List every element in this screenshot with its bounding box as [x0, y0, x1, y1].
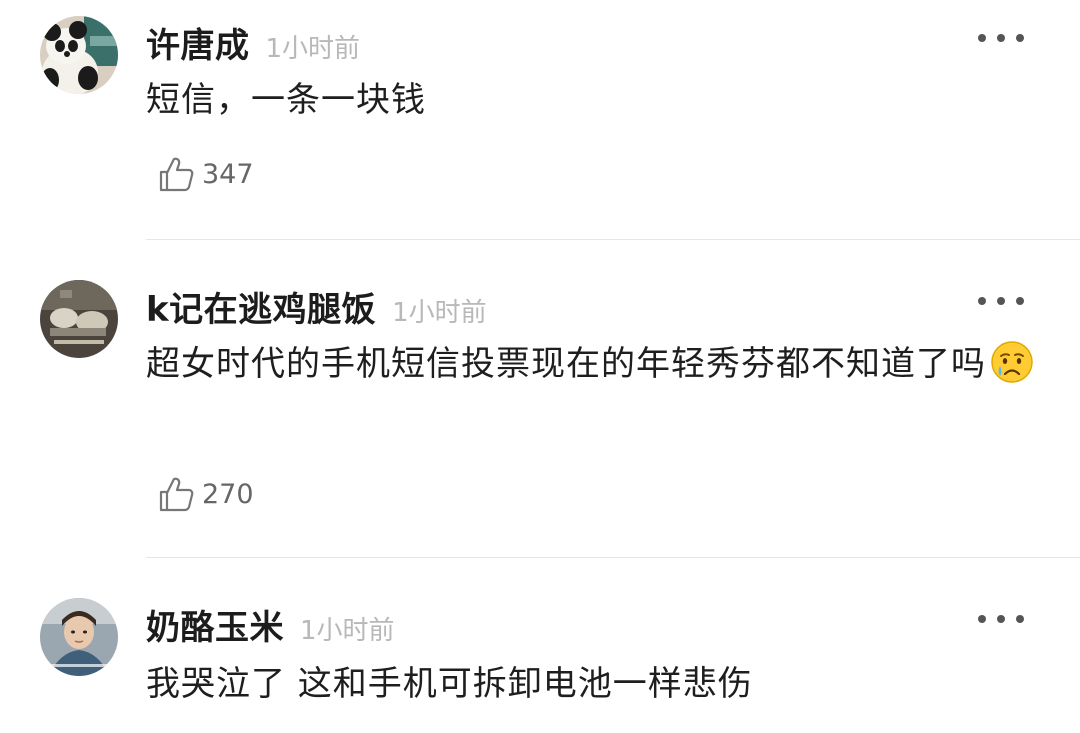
- comment-text: 短信，一条一块钱: [146, 68, 1036, 132]
- username[interactable]: k记在逃鸡腿饭: [146, 282, 376, 331]
- comment-text-body: 我哭泣了 这和手机可拆卸电池一样悲伤: [146, 664, 753, 704]
- user-avatar[interactable]: [40, 280, 118, 358]
- timestamp: 1小时前: [265, 34, 361, 64]
- like-button[interactable]: 347: [158, 154, 254, 194]
- timestamp: 1小时前: [300, 616, 395, 646]
- comment-header: 许唐成 1小时前: [146, 18, 361, 66]
- like-count: 270: [202, 478, 254, 510]
- comment-text-body: 短信，一条一块钱: [146, 80, 426, 120]
- person-avatar-icon: [40, 598, 118, 676]
- comment-text-body: 超女时代的手机短信投票现在的年轻秀芬都不知道了吗: [146, 344, 986, 384]
- comment-header: 奶酪玉米 1小时前: [146, 600, 395, 648]
- thumbs-up-icon: [159, 477, 194, 512]
- more-dots-icon[interactable]: [978, 291, 1024, 311]
- photo-avatar-icon: [40, 280, 118, 358]
- comment-header: k记在逃鸡腿饭 1小时前: [146, 282, 487, 330]
- like-button[interactable]: 270: [158, 474, 254, 514]
- like-count: 347: [202, 158, 254, 190]
- more-dots-icon[interactable]: [978, 609, 1024, 629]
- user-avatar[interactable]: [40, 598, 118, 676]
- comment-item: k记在逃鸡腿饭 1小时前 超女时代的手机短信投票现在的年轻秀芬都不知道了吗 27…: [0, 240, 1080, 558]
- timestamp: 1小时前: [392, 298, 487, 328]
- username[interactable]: 许唐成: [146, 18, 250, 67]
- comment-text: 我哭泣了 这和手机可拆卸电池一样悲伤: [146, 652, 1036, 716]
- thumbs-up-icon: [159, 157, 194, 192]
- crying-face-emoji: [991, 340, 1033, 383]
- username[interactable]: 奶酪玉米: [146, 600, 284, 649]
- comment-item: 许唐成 1小时前 短信，一条一块钱 347: [0, 0, 1080, 240]
- comment-item: 奶酪玉米 1小时前 我哭泣了 这和手机可拆卸电池一样悲伤: [0, 558, 1080, 733]
- comment-text: 超女时代的手机短信投票现在的年轻秀芬都不知道了吗: [146, 332, 1036, 396]
- user-avatar[interactable]: [40, 16, 118, 94]
- panda-avatar-icon: [40, 16, 118, 94]
- more-dots-icon[interactable]: [978, 28, 1024, 48]
